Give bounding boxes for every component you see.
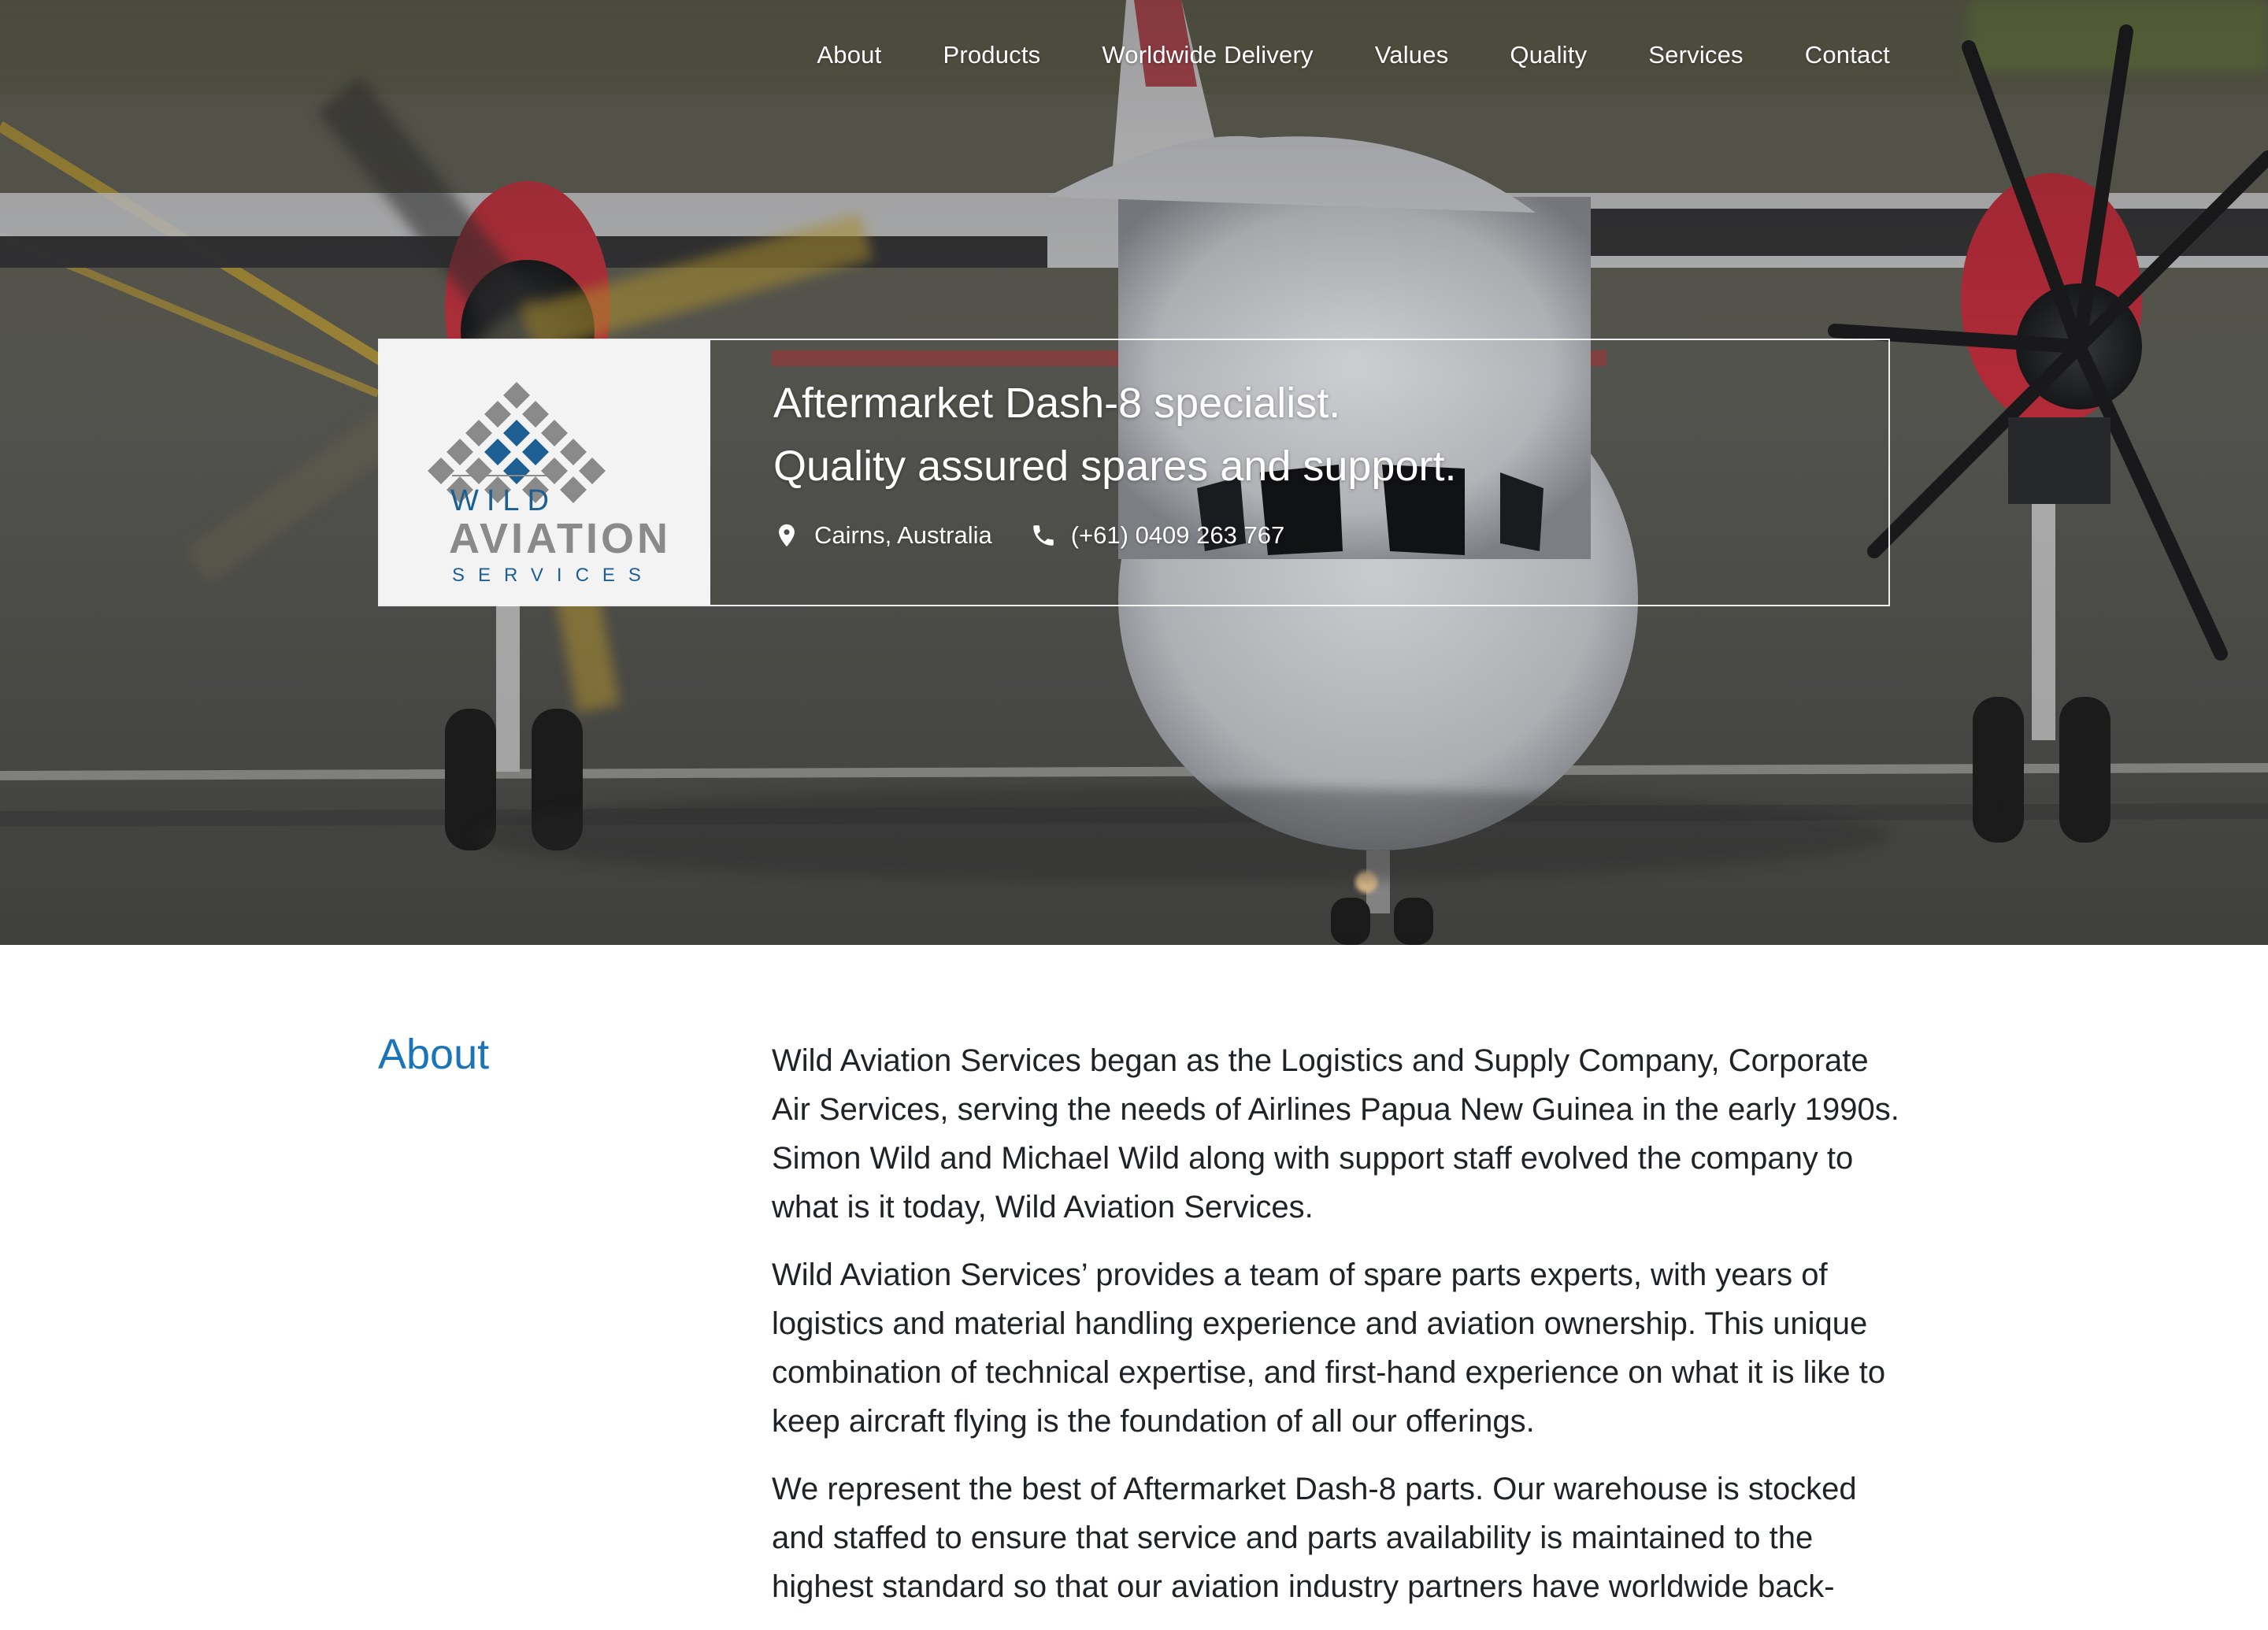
phone[interactable]: (+61) 0409 263 767: [1030, 521, 1284, 550]
nav-link-worldwide-delivery[interactable]: Worldwide Delivery: [1071, 41, 1343, 69]
about-section: About Wild Aviation Services began as th…: [0, 945, 2268, 1604]
logo-line-services: SERVICES: [452, 565, 654, 586]
location-text: Cairns, Australia: [814, 521, 992, 549]
about-paragraph-3: We represent the best of Aftermarket Das…: [772, 1472, 1857, 1604]
contact-row: Cairns, Australia (+61) 0409 263 767: [773, 521, 1857, 550]
about-heading: About: [378, 1031, 490, 1078]
main-navigation: About Products Worldwide Delivery Values…: [786, 33, 1890, 77]
diamond-logo-icon: WILD AVIATION SERVICES: [428, 382, 671, 586]
tagline: Aftermarket Dash-8 specialist. Quality a…: [773, 372, 1857, 498]
phone-number[interactable]: (+61) 0409 263 767: [1071, 521, 1284, 550]
nav-link-contact[interactable]: Contact: [1774, 41, 1890, 69]
about-paragraph-2: Wild Aviation Services’ provides a team …: [772, 1258, 1886, 1439]
intro-text: Aftermarket Dash-8 specialist. Quality a…: [773, 372, 1857, 550]
nav-link-products[interactable]: Products: [912, 41, 1071, 69]
map-pin-icon: [779, 524, 795, 547]
tagline-line-2: Quality assured spares and support.: [773, 443, 1457, 490]
location: Cairns, Australia: [773, 521, 992, 550]
nav-link-about[interactable]: About: [786, 41, 912, 69]
nav-link-quality[interactable]: Quality: [1479, 41, 1618, 69]
nav-link-services[interactable]: Services: [1618, 41, 1773, 69]
phone-icon: [1032, 525, 1054, 546]
about-paragraph-1: Wild Aviation Services began as the Logi…: [772, 1043, 1899, 1224]
tagline-line-1: Aftermarket Dash-8 specialist.: [773, 380, 1341, 427]
hero-banner: About Products Worldwide Delivery Values…: [0, 0, 2268, 945]
logo-line-aviation: AVIATION: [449, 515, 671, 562]
nav-link-values[interactable]: Values: [1344, 41, 1480, 69]
about-body: Wild Aviation Services began as the Logi…: [772, 1036, 1906, 1630]
intro-card: WILD AVIATION SERVICES Aftermarket Dash-…: [378, 339, 1890, 606]
company-logo[interactable]: WILD AVIATION SERVICES: [380, 340, 710, 605]
logo-line-wild: WILD: [450, 484, 557, 517]
